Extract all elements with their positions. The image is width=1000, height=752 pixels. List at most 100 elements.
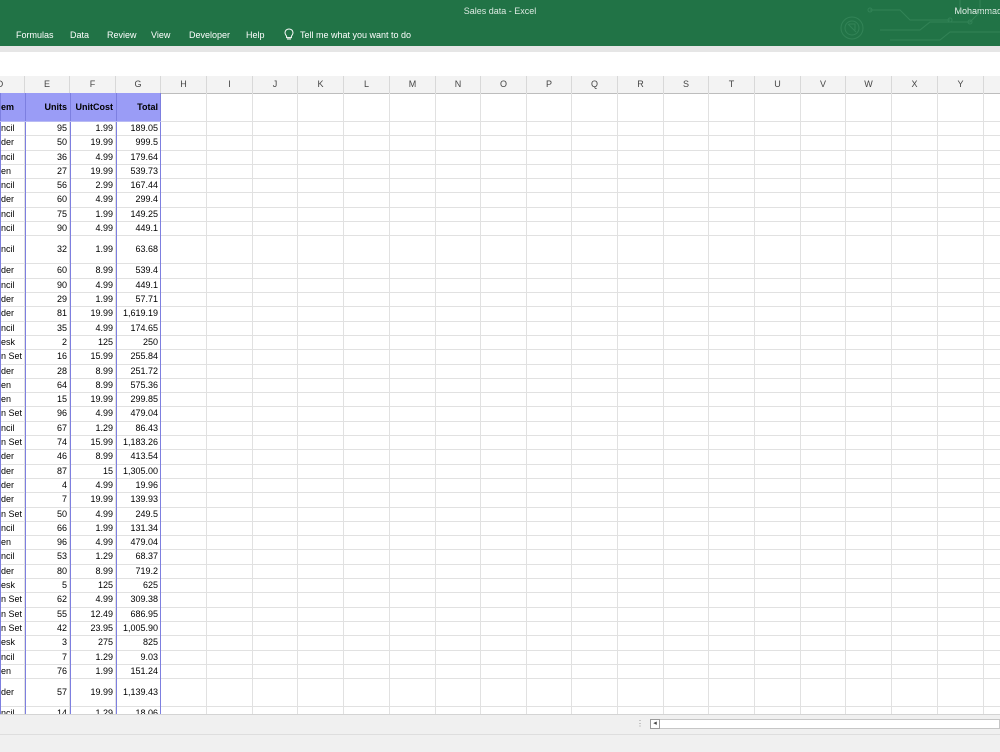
table-cell-item[interactable]: en <box>0 535 25 549</box>
table-cell-unitcost[interactable]: 2.99 <box>70 178 116 192</box>
table-cell-units[interactable]: 80 <box>25 564 70 578</box>
table-cell-unitcost[interactable]: 1.29 <box>70 706 116 714</box>
table-cell-units[interactable]: 36 <box>25 150 70 164</box>
table-cell-units[interactable]: 4 <box>25 478 70 492</box>
table-cell-total[interactable]: 539.4 <box>116 263 161 277</box>
table-cell-total[interactable]: 57.71 <box>116 292 161 306</box>
table-cell-unitcost[interactable]: 4.99 <box>70 221 116 235</box>
table-cell-item[interactable]: ncil <box>0 549 25 563</box>
table-cell-item[interactable]: n Set <box>0 592 25 606</box>
table-cell-item[interactable]: ncil <box>0 178 25 192</box>
table-cell-item[interactable]: esk <box>0 335 25 349</box>
table-cell-item[interactable]: ncil <box>0 235 25 263</box>
table-cell-units[interactable]: 56 <box>25 178 70 192</box>
table-cell-units[interactable]: 96 <box>25 535 70 549</box>
table-cell-unitcost[interactable]: 1.99 <box>70 235 116 263</box>
table-header-total[interactable]: Total <box>116 93 161 121</box>
column-header-n[interactable]: N <box>436 76 481 93</box>
table-cell-unitcost[interactable]: 125 <box>70 578 116 592</box>
table-cell-total[interactable]: 413.54 <box>116 449 161 463</box>
table-cell-item[interactable]: esk <box>0 578 25 592</box>
table-cell-item[interactable]: der <box>0 364 25 378</box>
table-cell-total[interactable]: 250 <box>116 335 161 349</box>
tab-view[interactable]: View <box>151 30 170 40</box>
table-cell-item[interactable]: n Set <box>0 435 25 449</box>
tell-me-box[interactable]: Tell me what you want to do <box>284 28 411 41</box>
table-cell-total[interactable]: 9.03 <box>116 650 161 664</box>
table-cell-unitcost[interactable]: 8.99 <box>70 364 116 378</box>
table-cell-units[interactable]: 3 <box>25 635 70 649</box>
table-cell-item[interactable]: esk <box>0 635 25 649</box>
table-cell-units[interactable]: 16 <box>25 349 70 363</box>
table-header-unitcost[interactable]: UnitCost <box>70 93 116 121</box>
table-cell-total[interactable]: 449.1 <box>116 278 161 292</box>
table-cell-units[interactable]: 5 <box>25 578 70 592</box>
table-cell-units[interactable]: 2 <box>25 335 70 349</box>
table-cell-unitcost[interactable]: 19.99 <box>70 306 116 320</box>
table-cell-unitcost[interactable]: 8.99 <box>70 378 116 392</box>
table-cell-unitcost[interactable]: 4.99 <box>70 278 116 292</box>
table-cell-units[interactable]: 90 <box>25 221 70 235</box>
table-cell-units[interactable]: 28 <box>25 364 70 378</box>
table-cell-unitcost[interactable]: 23.95 <box>70 621 116 635</box>
tab-help[interactable]: Help <box>246 30 265 40</box>
horizontal-scrollbar[interactable] <box>650 719 1000 729</box>
table-cell-item[interactable]: der <box>0 135 25 149</box>
table-cell-units[interactable]: 46 <box>25 449 70 463</box>
table-cell-total[interactable]: 249.5 <box>116 507 161 521</box>
table-cell-total[interactable]: 86.43 <box>116 421 161 435</box>
table-cell-units[interactable]: 62 <box>25 592 70 606</box>
column-header-j[interactable]: J <box>253 76 298 93</box>
table-cell-total[interactable]: 68.37 <box>116 549 161 563</box>
table-cell-item[interactable]: en <box>0 392 25 406</box>
table-cell-units[interactable]: 32 <box>25 235 70 263</box>
table-cell-unitcost[interactable]: 19.99 <box>70 678 116 706</box>
table-cell-unitcost[interactable]: 4.99 <box>70 592 116 606</box>
table-cell-total[interactable]: 63.68 <box>116 235 161 263</box>
table-cell-units[interactable]: 55 <box>25 607 70 621</box>
table-cell-item[interactable]: der <box>0 292 25 306</box>
table-cell-unitcost[interactable]: 4.99 <box>70 535 116 549</box>
table-cell-units[interactable]: 50 <box>25 135 70 149</box>
table-cell-units[interactable]: 35 <box>25 321 70 335</box>
table-cell-unitcost[interactable]: 4.99 <box>70 406 116 420</box>
table-cell-total[interactable]: 1,005.90 <box>116 621 161 635</box>
column-header-u[interactable]: U <box>755 76 801 93</box>
table-cell-unitcost[interactable]: 1.29 <box>70 650 116 664</box>
table-cell-unitcost[interactable]: 19.99 <box>70 164 116 178</box>
column-header-t[interactable]: T <box>709 76 755 93</box>
table-cell-total[interactable]: 449.1 <box>116 221 161 235</box>
table-cell-unitcost[interactable]: 8.99 <box>70 263 116 277</box>
table-cell-item[interactable]: ncil <box>0 278 25 292</box>
table-cell-units[interactable]: 60 <box>25 263 70 277</box>
table-cell-item[interactable]: n Set <box>0 349 25 363</box>
table-cell-units[interactable]: 67 <box>25 421 70 435</box>
column-header-r[interactable]: R <box>618 76 664 93</box>
table-cell-total[interactable]: 999.5 <box>116 135 161 149</box>
table-cell-units[interactable]: 75 <box>25 207 70 221</box>
table-cell-item[interactable]: der <box>0 678 25 706</box>
table-cell-total[interactable]: 575.36 <box>116 378 161 392</box>
table-cell-item[interactable]: n Set <box>0 607 25 621</box>
table-cell-item[interactable]: ncil <box>0 121 25 135</box>
table-cell-units[interactable]: 81 <box>25 306 70 320</box>
table-cell-total[interactable]: 19.96 <box>116 478 161 492</box>
table-cell-unitcost[interactable]: 8.99 <box>70 564 116 578</box>
column-header-i[interactable]: I <box>207 76 253 93</box>
table-cell-units[interactable]: 76 <box>25 664 70 678</box>
table-cell-units[interactable]: 95 <box>25 121 70 135</box>
table-cell-total[interactable]: 255.84 <box>116 349 161 363</box>
table-cell-units[interactable]: 27 <box>25 164 70 178</box>
table-cell-unitcost[interactable]: 12.49 <box>70 607 116 621</box>
table-cell-total[interactable]: 1,619.19 <box>116 306 161 320</box>
table-cell-unitcost[interactable]: 4.99 <box>70 150 116 164</box>
table-cell-units[interactable]: 53 <box>25 549 70 563</box>
table-cell-item[interactable]: ncil <box>0 321 25 335</box>
table-cell-item[interactable]: en <box>0 378 25 392</box>
column-header-o[interactable]: O <box>481 76 527 93</box>
column-header-s[interactable]: S <box>664 76 709 93</box>
column-header-q[interactable]: Q <box>572 76 618 93</box>
table-cell-total[interactable]: 1,305.00 <box>116 464 161 478</box>
column-header-e[interactable]: E <box>25 76 70 93</box>
table-cell-total[interactable]: 179.64 <box>116 150 161 164</box>
